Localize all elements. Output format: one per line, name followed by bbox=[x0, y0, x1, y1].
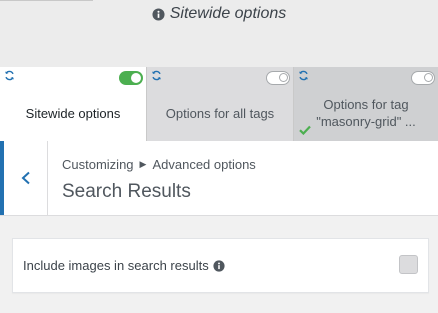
sync-icon bbox=[152, 70, 161, 81]
scope-toggle[interactable] bbox=[119, 71, 143, 85]
tab-label: Sitewide options bbox=[25, 105, 121, 121]
back-button[interactable] bbox=[0, 141, 48, 215]
breadcrumb-item: Advanced options bbox=[152, 157, 256, 172]
option-card: Include images in search results bbox=[12, 238, 429, 293]
sync-icon bbox=[299, 70, 308, 81]
include-images-checkbox[interactable] bbox=[399, 255, 418, 274]
check-icon bbox=[299, 125, 311, 135]
breadcrumb-item: Customizing bbox=[62, 157, 134, 172]
scope-toggle[interactable] bbox=[411, 71, 435, 85]
tab-sitewide-options[interactable]: Sitewide options bbox=[0, 67, 146, 141]
scope-header-area: Sitewide options bbox=[0, 0, 438, 67]
scope-heading: Sitewide options bbox=[0, 4, 438, 24]
option-label: Include images in search results bbox=[23, 258, 225, 273]
tab-options-for-all-tags[interactable]: Options for all tags bbox=[146, 67, 293, 141]
tab-label: Options for tag "masonry-grid" ... bbox=[316, 97, 416, 129]
section-header: Customizing ▶ Advanced options Search Re… bbox=[0, 141, 438, 216]
divider bbox=[0, 0, 93, 1]
info-icon bbox=[152, 7, 165, 21]
chevron-left-icon bbox=[21, 171, 30, 185]
breadcrumb: Customizing ▶ Advanced options bbox=[62, 157, 256, 172]
scope-tabs: Sitewide options Options for all tags Op… bbox=[0, 67, 438, 141]
breadcrumb-separator-icon: ▶ bbox=[139, 159, 147, 169]
sync-icon bbox=[5, 70, 14, 81]
tab-options-for-tag[interactable]: Options for tag "masonry-grid" ... bbox=[293, 67, 438, 141]
info-icon[interactable] bbox=[213, 259, 225, 272]
tab-label: Options for all tags bbox=[165, 105, 275, 121]
scope-heading-text: Sitewide options bbox=[169, 5, 287, 22]
scope-toggle[interactable] bbox=[266, 71, 290, 85]
option-label-text: Include images in search results bbox=[23, 258, 209, 273]
page-title: Search Results bbox=[62, 181, 191, 202]
